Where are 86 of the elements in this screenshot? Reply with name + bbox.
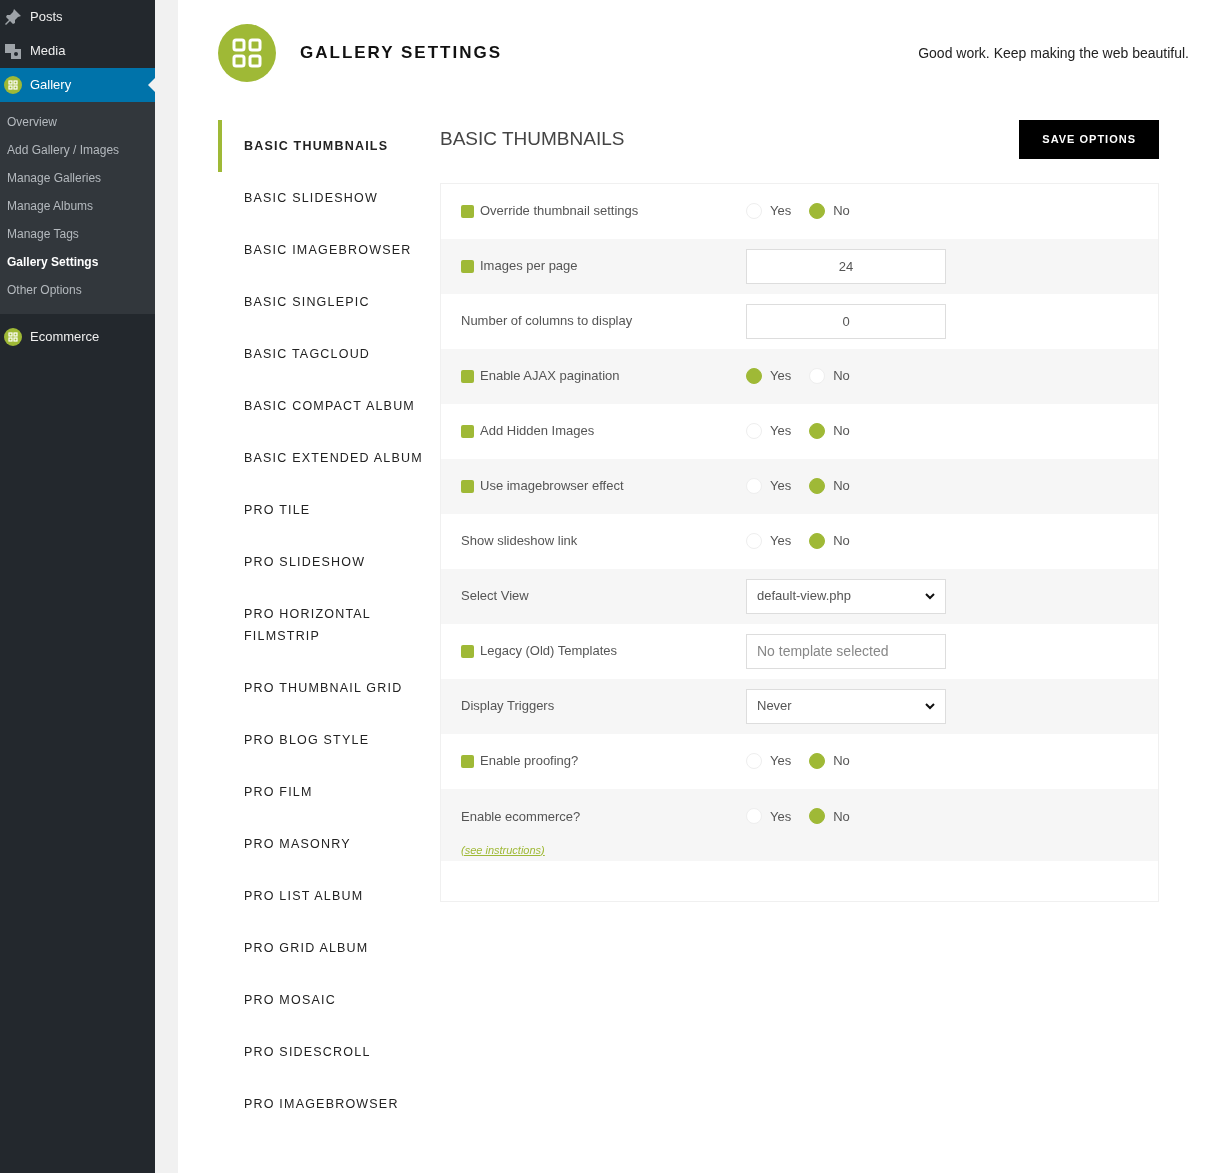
radio-label: Yes — [770, 477, 792, 496]
radio-label: Yes — [770, 202, 792, 221]
sidebar-menu-item[interactable]: Posts — [0, 0, 155, 34]
option-label: Images per page — [480, 257, 578, 276]
gallery-logo-icon — [218, 24, 276, 82]
number-field[interactable]: 0 — [746, 303, 946, 339]
settings-tab[interactable]: BASIC SINGLEPIC — [218, 276, 440, 328]
radio-label: No — [833, 202, 850, 221]
radio-label: Yes — [770, 367, 792, 386]
radio-button[interactable] — [809, 478, 826, 494]
info-icon[interactable] — [461, 644, 474, 658]
chevron-down-icon — [925, 592, 935, 600]
settings-tab[interactable]: PRO THUMBNAIL GRID — [218, 662, 440, 714]
radio-label: No — [833, 752, 850, 771]
settings-tab[interactable]: PRO MOSAIC — [218, 974, 440, 1026]
select-dropdown[interactable]: default-view.php — [746, 578, 946, 614]
settings-tab[interactable]: BASIC THUMBNAILS — [218, 120, 440, 172]
radio-button[interactable] — [809, 533, 826, 549]
save-options-button[interactable]: SAVE OPTIONS — [1019, 120, 1159, 159]
radio-label: Yes — [770, 422, 792, 441]
sidebar-menu-item[interactable]: Gallery — [0, 68, 155, 102]
submenu-item[interactable]: Manage Albums — [0, 192, 155, 220]
info-icon[interactable] — [461, 424, 474, 438]
settings-tab[interactable]: PRO SIDESCROLL — [218, 1026, 440, 1078]
tagline: Good work. Keep making the web beautiful. — [918, 43, 1189, 63]
option-label: Legacy (Old) Templates — [480, 642, 618, 661]
radio-label: No — [833, 422, 850, 441]
option-label: Enable proofing? — [480, 752, 579, 771]
option-label: Enable AJAX pagination — [480, 367, 620, 386]
radio-button[interactable] — [809, 203, 826, 219]
radio-button[interactable] — [746, 368, 762, 384]
settings-tab[interactable]: BASIC TAGCLOUD — [218, 328, 440, 380]
info-icon[interactable] — [461, 754, 474, 768]
settings-tab[interactable]: PRO LIST ALBUM — [218, 870, 440, 922]
pushpin-icon — [4, 8, 22, 26]
info-icon[interactable] — [461, 259, 474, 273]
option-label: Number of columns to display — [461, 312, 633, 331]
settings-tab[interactable]: PRO BLOG STYLE — [218, 714, 440, 766]
submenu-item[interactable]: Gallery Settings — [0, 248, 155, 276]
radio-button[interactable] — [809, 808, 826, 825]
option-label: Select View — [461, 587, 529, 606]
info-icon[interactable] — [461, 479, 474, 493]
option-label: Enable ecommerce? — [461, 807, 581, 826]
panel-title: BASIC THUMBNAILS — [440, 127, 625, 151]
submenu-item[interactable]: Manage Tags — [0, 220, 155, 248]
radio-label: No — [833, 367, 850, 386]
settings-tab[interactable]: PRO TILE — [218, 484, 440, 536]
chevron-down-icon — [925, 702, 935, 710]
option-label: Override thumbnail settings — [480, 202, 639, 221]
submenu-item[interactable]: Manage Galleries — [0, 164, 155, 192]
settings-tab[interactable]: PRO MASONRY — [218, 818, 440, 870]
number-field[interactable]: 24 — [746, 248, 946, 284]
settings-tab[interactable]: BASIC IMAGEBROWSER — [218, 224, 440, 276]
settings-tab[interactable]: PRO SLIDESHOW — [218, 536, 440, 588]
option-label: Use imagebrowser effect — [480, 477, 624, 496]
gallery-grid-icon — [4, 76, 22, 94]
radio-label: Yes — [770, 752, 792, 771]
radio-button[interactable] — [809, 753, 826, 769]
settings-tab[interactable]: PRO FILM — [218, 766, 440, 818]
radio-label: Yes — [770, 807, 792, 826]
option-label: Display Triggers — [461, 697, 555, 716]
submenu-item[interactable]: Add Gallery / Images — [0, 136, 155, 164]
text-field[interactable]: No template selected — [746, 633, 946, 669]
info-icon[interactable] — [461, 204, 474, 218]
settings-tab[interactable]: PRO GRID ALBUM — [218, 922, 440, 974]
info-icon[interactable] — [461, 369, 474, 383]
sidebar-menu-item[interactable]: Ecommerce — [0, 320, 155, 354]
radio-button[interactable] — [809, 423, 826, 439]
radio-label: No — [833, 477, 850, 496]
option-label: Show slideshow link — [461, 532, 578, 551]
sidebar-menu-item[interactable]: Media — [0, 34, 155, 68]
submenu-item[interactable]: Other Options — [0, 276, 155, 304]
radio-label: No — [833, 807, 850, 826]
media-icon — [4, 42, 22, 60]
radio-label: Yes — [770, 532, 792, 551]
radio-label: No — [833, 532, 850, 551]
settings-tab[interactable]: BASIC EXTENDED ALBUM — [218, 432, 440, 484]
settings-tab[interactable]: BASIC COMPACT ALBUM — [218, 380, 440, 432]
settings-tab[interactable]: PRO HORIZONTAL FILMSTRIP — [218, 588, 440, 662]
submenu-item[interactable]: Overview — [0, 108, 155, 136]
gallery-grid-icon — [4, 328, 22, 346]
option-label: Add Hidden Images — [480, 422, 595, 441]
settings-tab[interactable]: BASIC SLIDESHOW — [218, 172, 440, 224]
settings-tab[interactable]: PRO IMAGEBROWSER — [218, 1078, 440, 1130]
select-dropdown[interactable]: Never — [746, 688, 946, 724]
page-title: GALLERY SETTINGS — [300, 42, 503, 65]
